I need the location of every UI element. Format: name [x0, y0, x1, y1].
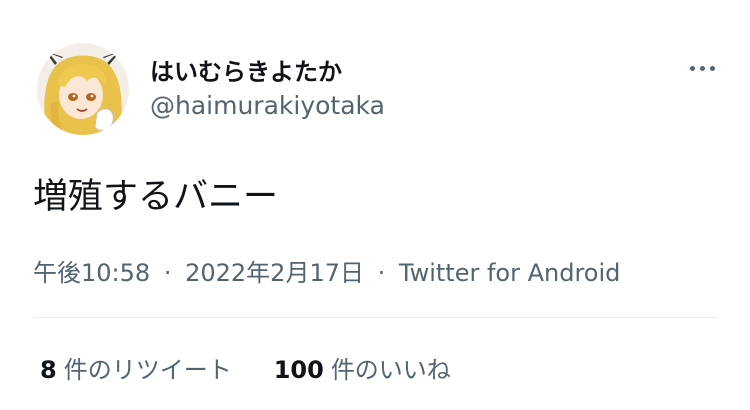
retweet-count: 8	[40, 356, 57, 384]
meta-separator: ·	[163, 259, 172, 287]
tweet-card: はいむらきよたか @haimurakiyotaka 増殖するバニー 午後10:5…	[0, 0, 750, 410]
more-horizontal-icon-dot	[699, 65, 705, 71]
tweet-text: 増殖するバニー	[33, 177, 279, 217]
tweet-date[interactable]: 2022年2月17日	[185, 259, 364, 287]
tweet-stats: 8 件のリツイート 100 件のいいね	[40, 350, 451, 385]
tweet-time[interactable]: 午後10:58	[33, 259, 150, 287]
likes-stat[interactable]: 100 件のいいね	[274, 350, 451, 385]
more-options-button[interactable]	[680, 52, 724, 84]
meta-separator: ·	[377, 259, 386, 287]
divider	[33, 317, 718, 318]
avatar-image	[37, 43, 129, 135]
retweets-stat[interactable]: 8 件のリツイート	[40, 350, 232, 385]
tweet-client[interactable]: Twitter for Android	[399, 259, 620, 287]
more-horizontal-icon	[689, 65, 695, 71]
avatar[interactable]	[37, 43, 129, 135]
author-handle[interactable]: @haimurakiyotaka	[150, 91, 385, 120]
more-horizontal-icon-dot	[709, 65, 715, 71]
author-display-name[interactable]: はいむらきよたか	[150, 52, 342, 87]
retweet-label: 件のリツイート	[63, 356, 232, 384]
tweet-meta: 午後10:58 · 2022年2月17日 · Twitter for Andro…	[33, 253, 620, 288]
like-count: 100	[273, 356, 324, 384]
like-label: 件のいいね	[330, 356, 451, 384]
